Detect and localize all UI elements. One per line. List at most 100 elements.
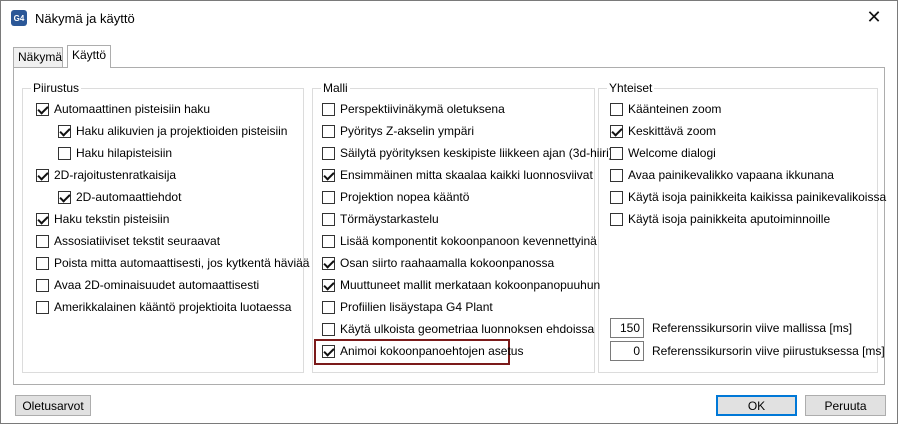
malli-checkbox[interactable]: [322, 168, 335, 182]
yhteiset-label: Käytä isoja painikkeita aputoiminnoille: [628, 212, 831, 226]
piirustus-checkbox[interactable]: [36, 212, 49, 226]
piirustus-item[interactable]: 2D-rajoitustenratkaisija: [36, 167, 176, 183]
yhteiset-label: Welcome dialogi: [628, 146, 716, 160]
tab-panel-kaytto: Piirustus Malli Yhteiset 150 Referenssik…: [13, 67, 886, 385]
piirustus-label: Haku alikuvien ja projektioiden pisteisi…: [76, 124, 288, 138]
piirustus-item[interactable]: 2D-automaattiehdot: [58, 189, 181, 205]
yhteiset-label: Keskittävä zoom: [628, 124, 717, 138]
malli-label: Säilytä pyörityksen keskipiste liikkeen …: [340, 146, 613, 160]
malli-item[interactable]: Pyöritys Z-akselin ympäri: [322, 123, 474, 139]
title-bar: G4 Näkymä ja käyttö ✕: [1, 1, 897, 35]
yhteiset-item[interactable]: Käytä isoja painikkeita aputoiminnoille: [610, 211, 830, 227]
malli-item[interactable]: Profiilien lisäystapa G4 Plant: [322, 299, 493, 315]
malli-checkbox[interactable]: [322, 190, 335, 204]
defaults-button[interactable]: Oletusarvot: [15, 395, 91, 416]
malli-label: Perspektiivinäkymä oletuksena: [340, 102, 505, 116]
malli-checkbox[interactable]: [322, 278, 335, 292]
malli-checkbox[interactable]: [322, 212, 335, 226]
piirustus-label: Haku hilapisteisiin: [76, 146, 173, 160]
group-yhteiset-label: Yhteiset: [607, 81, 655, 95]
piirustus-checkbox[interactable]: [58, 124, 71, 138]
malli-label: Projektion nopea kääntö: [340, 190, 470, 204]
viive-piirustuksessa-input[interactable]: 0: [610, 341, 644, 361]
yhteiset-checkbox[interactable]: [610, 146, 623, 160]
piirustus-item[interactable]: Assosiatiiviset tekstit seuraavat: [36, 233, 220, 249]
malli-label: Lisää komponentit kokoonpanoon kevennett…: [340, 234, 597, 248]
malli-checkbox[interactable]: [322, 234, 335, 248]
viive-mallissa-label: Referenssikursorin viive mallissa [ms]: [652, 321, 853, 335]
malli-item[interactable]: Osan siirto raahaamalla kokoonpanossa: [322, 255, 554, 271]
yhteiset-label: Käänteinen zoom: [628, 102, 722, 116]
piirustus-label: Poista mitta automaattisesti, jos kytken…: [54, 256, 310, 270]
yhteiset-checkbox[interactable]: [610, 168, 623, 182]
malli-label: Animoi kokoonpanoehtojen asetus: [340, 344, 524, 358]
malli-checkbox[interactable]: [322, 344, 335, 358]
malli-item[interactable]: Muuttuneet mallit merkataan kokoonpanopu…: [322, 277, 600, 293]
piirustus-item[interactable]: Amerikkalainen kääntö projektioita luota…: [36, 299, 291, 315]
piirustus-label: Assosiatiiviset tekstit seuraavat: [54, 234, 221, 248]
yhteiset-item[interactable]: Welcome dialogi: [610, 145, 716, 161]
piirustus-item[interactable]: Automaattinen pisteisiin haku: [36, 101, 210, 117]
window-title: Näkymä ja käyttö: [35, 11, 135, 26]
piirustus-checkbox[interactable]: [36, 278, 49, 292]
yhteiset-label: Käytä isoja painikkeita kaikissa painike…: [628, 190, 887, 204]
group-piirustus-label: Piirustus: [31, 81, 82, 95]
yhteiset-checkbox[interactable]: [610, 124, 623, 138]
yhteiset-checkbox[interactable]: [610, 212, 623, 226]
piirustus-checkbox[interactable]: [36, 256, 49, 270]
piirustus-checkbox[interactable]: [36, 168, 49, 182]
piirustus-label: Amerikkalainen kääntö projektioita luota…: [54, 300, 292, 314]
piirustus-label: Automaattinen pisteisiin haku: [54, 102, 211, 116]
yhteiset-item[interactable]: Avaa painikevalikko vapaana ikkunana: [610, 167, 834, 183]
malli-checkbox[interactable]: [322, 124, 335, 138]
ok-button[interactable]: OK: [716, 395, 797, 416]
piirustus-label: 2D-rajoitustenratkaisija: [54, 168, 177, 182]
malli-label: Ensimmäinen mitta skaalaa kaikki luonnos…: [340, 168, 593, 182]
piirustus-item[interactable]: Haku tekstin pisteisiin: [36, 211, 169, 227]
cancel-button[interactable]: Peruuta: [805, 395, 886, 416]
piirustus-checkbox[interactable]: [36, 234, 49, 248]
app-logo-icon: G4: [11, 10, 27, 26]
piirustus-item[interactable]: Haku alikuvien ja projektioiden pisteisi…: [58, 123, 287, 139]
malli-label: Törmäystarkastelu: [340, 212, 439, 226]
viive-mallissa-input[interactable]: 150: [610, 318, 644, 338]
yhteiset-checkbox[interactable]: [610, 190, 623, 204]
malli-item[interactable]: Perspektiivinäkymä oletuksena: [322, 101, 505, 117]
malli-checkbox[interactable]: [322, 256, 335, 270]
yhteiset-checkbox[interactable]: [610, 102, 623, 116]
piirustus-label: 2D-automaattiehdot: [76, 190, 182, 204]
malli-label: Käytä ulkoista geometriaa luonnoksen ehd…: [340, 322, 595, 336]
yhteiset-item[interactable]: Keskittävä zoom: [610, 123, 716, 139]
yhteiset-item[interactable]: Käänteinen zoom: [610, 101, 721, 117]
piirustus-checkbox[interactable]: [58, 190, 71, 204]
malli-item[interactable]: Ensimmäinen mitta skaalaa kaikki luonnos…: [322, 167, 593, 183]
piirustus-item[interactable]: Haku hilapisteisiin: [58, 145, 172, 161]
piirustus-label: Avaa 2D-ominaisuudet automaattisesti: [54, 278, 260, 292]
malli-checkbox[interactable]: [322, 322, 335, 336]
malli-item[interactable]: Lisää komponentit kokoonpanoon kevennett…: [322, 233, 597, 249]
malli-item[interactable]: Törmäystarkastelu: [322, 211, 439, 227]
malli-label: Profiilien lisäystapa G4 Plant: [340, 300, 493, 314]
yhteiset-label: Avaa painikevalikko vapaana ikkunana: [628, 168, 834, 182]
piirustus-checkbox[interactable]: [58, 146, 71, 160]
close-icon[interactable]: ✕: [851, 1, 897, 34]
piirustus-checkbox[interactable]: [36, 102, 49, 116]
piirustus-checkbox[interactable]: [36, 300, 49, 314]
malli-item[interactable]: Käytä ulkoista geometriaa luonnoksen ehd…: [322, 321, 594, 337]
yhteiset-item[interactable]: Käytä isoja painikkeita kaikissa painike…: [610, 189, 886, 205]
malli-label: Osan siirto raahaamalla kokoonpanossa: [340, 256, 555, 270]
malli-checkbox[interactable]: [322, 102, 335, 116]
group-malli-label: Malli: [321, 81, 350, 95]
viive-piirustuksessa-row: 0 Referenssikursorin viive piirustuksess…: [610, 340, 885, 362]
malli-item[interactable]: Animoi kokoonpanoehtojen asetus: [322, 343, 523, 359]
viive-piirustuksessa-label: Referenssikursorin viive piirustuksessa …: [652, 344, 885, 358]
dialog-window: G4 Näkymä ja käyttö ✕ Näkymä Käyttö Piir…: [0, 0, 898, 424]
piirustus-item[interactable]: Avaa 2D-ominaisuudet automaattisesti: [36, 277, 259, 293]
malli-checkbox[interactable]: [322, 300, 335, 314]
malli-item[interactable]: Projektion nopea kääntö: [322, 189, 469, 205]
tab-nakyma[interactable]: Näkymä: [13, 47, 63, 67]
piirustus-item[interactable]: Poista mitta automaattisesti, jos kytken…: [36, 255, 309, 271]
malli-item[interactable]: Säilytä pyörityksen keskipiste liikkeen …: [322, 145, 613, 161]
tab-kaytto[interactable]: Käyttö: [67, 45, 111, 68]
malli-checkbox[interactable]: [322, 146, 335, 160]
